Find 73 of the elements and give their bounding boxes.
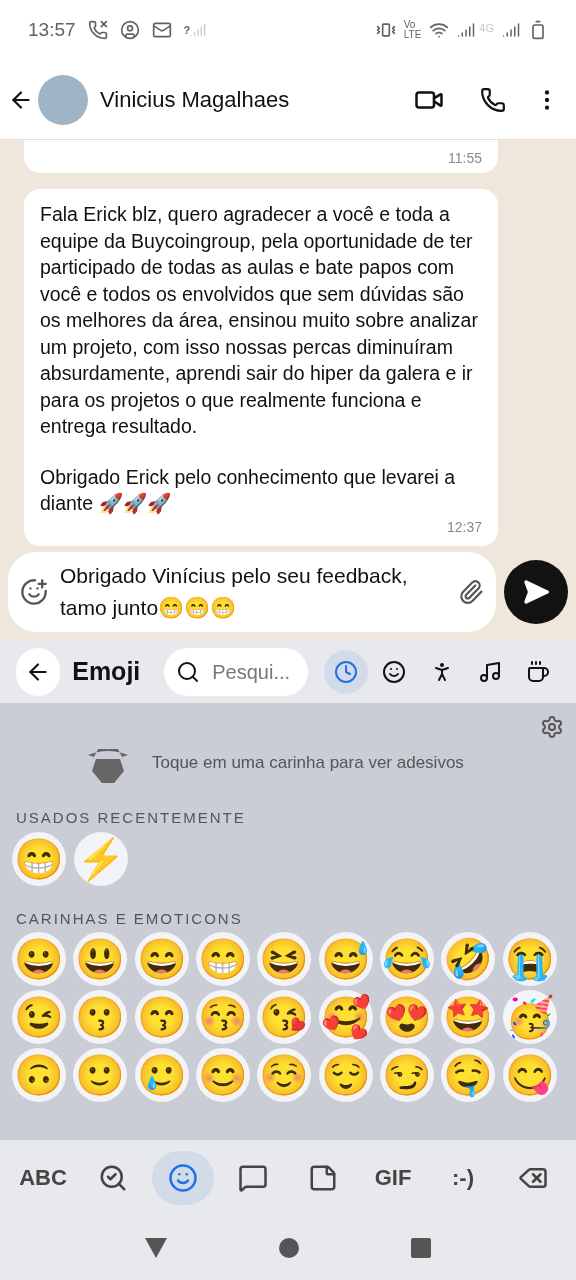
phone-icon[interactable] xyxy=(480,86,506,113)
sticker-hint: Toque em uma carinha para ver adesivos xyxy=(152,752,464,775)
emoji-icon xyxy=(168,1162,198,1193)
emoji-key[interactable]: 😙 xyxy=(134,990,189,1044)
emoji-key[interactable]: 😄 xyxy=(134,932,189,986)
volte-label: Vo xyxy=(403,20,417,30)
emoji-key[interactable]: 😋 xyxy=(502,1048,557,1102)
emoji-key[interactable]: 😃 xyxy=(73,932,128,986)
message-input-text: Obrigado Vinícius pelo seu feedback, tamo junto😁😁😁 xyxy=(60,563,409,621)
emoji-key[interactable]: 😌 xyxy=(318,1048,373,1102)
keyboard-key[interactable]: :-) xyxy=(432,1150,494,1205)
recent-icon xyxy=(334,659,358,684)
keyboard-key[interactable]: ABC xyxy=(12,1150,74,1205)
network-hint: ? xyxy=(183,22,191,38)
emoji-key[interactable]: 🙃 xyxy=(12,1048,66,1102)
emoji-key[interactable]: 🥳 xyxy=(502,990,557,1044)
emoji-key[interactable]: 😁 xyxy=(196,932,250,986)
emoji-key[interactable]: ☺ xyxy=(257,1048,312,1102)
emoji-search-field[interactable]: Pesqui... xyxy=(164,647,308,696)
keyboard-key[interactable]: GIF xyxy=(362,1150,424,1205)
section-title: USADOS RECENTEMENTE xyxy=(16,808,247,828)
emoji-key[interactable]: 😁 xyxy=(12,831,66,886)
emoji-key[interactable]: 🥲 xyxy=(134,1048,189,1102)
signal-icon xyxy=(457,21,476,39)
search-icon xyxy=(176,659,201,684)
emoji-key[interactable] xyxy=(152,1150,214,1205)
back-triangle-icon[interactable] xyxy=(145,1237,167,1258)
signal-icon xyxy=(190,22,207,38)
emoji-key[interactable]: 😚 xyxy=(196,990,250,1044)
emoji-key[interactable]: 🙂 xyxy=(73,1048,128,1102)
signal-icon xyxy=(502,21,520,39)
contact-name[interactable]: Vinicius Magalhaes xyxy=(100,83,414,116)
message-text: Obrigado Erick pelo conhecimento que levarei a diante 🚀🚀🚀 xyxy=(40,464,457,516)
emoji-key[interactable]: 😘 xyxy=(257,990,312,1044)
food-icon xyxy=(526,659,550,684)
attach-icon[interactable] xyxy=(458,579,484,605)
activities-icon xyxy=(478,659,502,684)
message-time: 11:55 xyxy=(448,149,482,168)
emoji-key[interactable]: 😗 xyxy=(73,990,128,1044)
smileys-icon xyxy=(382,659,406,684)
back-button[interactable] xyxy=(16,647,61,696)
emoji-key[interactable]: 🤩 xyxy=(441,990,496,1044)
emoji-key[interactable]: ⚡ xyxy=(73,831,128,886)
emoji-key[interactable]: 😍 xyxy=(379,990,434,1044)
emoji-key[interactable]: 😉 xyxy=(12,990,66,1044)
recents-square-icon[interactable] xyxy=(411,1237,431,1258)
message-text: Fala Erick blz, quero agradecer a você e toda a equipe da Buycoingroup, pela oportunidade de ter participado de todas as aulas e bate papos com você e todos os envolvidos que sem dúvidas são os melhores da área, ensinou muito sobre analizar um projeto, com isso nossas percas diminuíram absurdamente, aprendi sair do hiper da galera e ir para os projetos o que realmente funciona e entrega resultado. xyxy=(40,202,479,439)
recent-category-tab[interactable] xyxy=(324,649,368,694)
message-time: 12:37 xyxy=(446,517,482,537)
emoji-key[interactable]: 😏 xyxy=(379,1048,434,1102)
emoji-title: Emoji xyxy=(72,655,141,687)
emoji-key[interactable]: 😭 xyxy=(502,932,557,986)
emoji-key[interactable]: 🤤 xyxy=(441,1048,496,1102)
emoji-key[interactable]: 🤣 xyxy=(441,932,496,986)
emoji-key[interactable]: 😆 xyxy=(257,932,312,986)
vibrate-icon xyxy=(375,20,396,40)
sticker-icon[interactable] xyxy=(20,578,48,606)
section-title: CARINHAS E EMOTICONS xyxy=(16,908,244,929)
emoji-key[interactable]: 😂 xyxy=(379,932,434,986)
emoji-key[interactable]: 🥰 xyxy=(318,990,373,1044)
wifi-icon xyxy=(429,20,450,40)
settings-icon[interactable] xyxy=(540,715,564,739)
account-icon xyxy=(119,20,140,40)
send-icon xyxy=(522,578,550,606)
emoji-key[interactable]: 😊 xyxy=(196,1048,250,1102)
search-placeholder: Pesqui... xyxy=(212,659,291,685)
missed-call-icon xyxy=(87,20,108,40)
message-input-field[interactable]: Obrigado Vinícius pelo seu feedback, tamo junto😁😁😁 xyxy=(8,552,496,632)
emoji-key[interactable]: 😀 xyxy=(12,932,66,986)
lte-label: LTE xyxy=(403,30,422,40)
mail-icon xyxy=(151,20,172,40)
emoji-key[interactable]: 😅 xyxy=(318,932,373,986)
status-time: 13:57 xyxy=(28,17,76,42)
